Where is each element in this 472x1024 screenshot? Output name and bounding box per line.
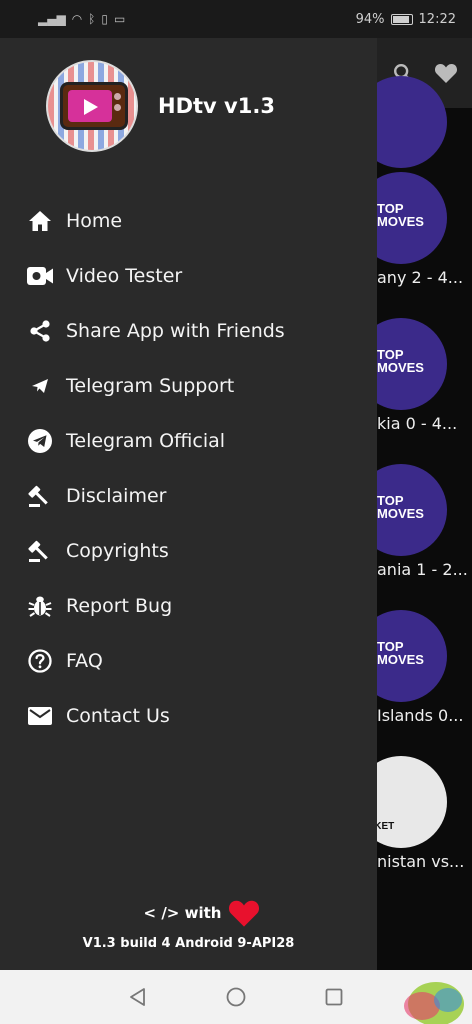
match-thumbnail: RICKET bbox=[377, 756, 447, 848]
thumbnail-text: TOP MOVES bbox=[377, 201, 424, 229]
home-button-icon[interactable] bbox=[225, 986, 247, 1008]
drawer-item-label: Video Tester bbox=[66, 264, 183, 287]
help-circle-icon bbox=[26, 647, 54, 675]
status-icons-left: ▂▄▆ ◠ ᛒ ▯ ▭ bbox=[38, 12, 125, 26]
telegram-icon bbox=[26, 427, 54, 455]
drawer-item-label: Disclaimer bbox=[66, 484, 167, 507]
vibrate-icon: ▯ bbox=[101, 12, 108, 26]
app-logo bbox=[46, 60, 138, 152]
battery-percent: 94% bbox=[355, 11, 385, 27]
list-item[interactable]: TOP MOVES Islands 0... bbox=[377, 606, 472, 752]
mail-icon bbox=[26, 702, 54, 730]
status-icons-right: 94% 12:22 bbox=[356, 12, 456, 27]
play-icon bbox=[84, 99, 98, 115]
drawer-item-faq[interactable]: FAQ bbox=[0, 633, 377, 688]
bluetooth-icon: ᛒ bbox=[88, 12, 96, 26]
tv-icon bbox=[60, 82, 128, 130]
cast-icon: ▭ bbox=[113, 12, 126, 26]
match-thumbnail: TOP MOVES bbox=[377, 610, 447, 702]
drawer-item-video-tester[interactable]: Video Tester bbox=[0, 248, 377, 303]
drawer-item-share-app-with-friends[interactable]: Share App with Friends bbox=[0, 303, 377, 358]
thumbnail-text: TOP MOVES bbox=[377, 347, 424, 375]
gavel-icon bbox=[26, 482, 54, 510]
match-caption: ania 1 - 2... bbox=[377, 560, 468, 579]
send-icon bbox=[26, 372, 54, 400]
drawer-item-label: Home bbox=[66, 209, 123, 232]
favorite-heart-icon[interactable] bbox=[434, 62, 458, 84]
list-item-partial[interactable] bbox=[377, 76, 472, 168]
match-caption: kia 0 - 4... bbox=[377, 414, 458, 433]
drawer-header: HDtv v1.3 bbox=[0, 38, 377, 188]
list-item[interactable]: TOP MOVES ania 1 - 2... bbox=[377, 460, 472, 606]
share-icon bbox=[26, 317, 54, 345]
list-item[interactable]: RICKET nistan vs... bbox=[377, 752, 472, 898]
recents-icon[interactable] bbox=[323, 986, 345, 1008]
made-with-line: < /> with bbox=[28, 898, 377, 928]
drawer-item-label: Report Bug bbox=[66, 594, 173, 617]
drawer-item-telegram-official[interactable]: Telegram Official bbox=[0, 413, 377, 468]
video-camera-icon bbox=[26, 262, 54, 290]
drawer-item-label: Telegram Official bbox=[66, 429, 226, 452]
back-icon[interactable] bbox=[127, 986, 149, 1008]
list-item[interactable]: TOP MOVES any 2 - 4... bbox=[377, 168, 472, 314]
drawer-item-contact-us[interactable]: Contact Us bbox=[0, 688, 377, 743]
build-info: V1.3 build 4 Android 9-API28 bbox=[82, 936, 295, 951]
drawer-item-label: Copyrights bbox=[66, 539, 169, 562]
match-thumbnail: TOP MOVES bbox=[377, 318, 447, 410]
match-caption: nistan vs... bbox=[377, 852, 465, 871]
app-title: HDtv v1.3 bbox=[158, 94, 275, 118]
gavel-icon bbox=[26, 537, 54, 565]
drawer-item-label: Share App with Friends bbox=[66, 319, 285, 342]
drawer-item-disclaimer[interactable]: Disclaimer bbox=[0, 468, 377, 523]
drawer-item-label: Telegram Support bbox=[66, 374, 235, 397]
drawer-item-telegram-support[interactable]: Telegram Support bbox=[0, 358, 377, 413]
drawer-item-label: FAQ bbox=[66, 649, 103, 672]
android-watermark-logo bbox=[404, 982, 464, 1024]
heart-icon bbox=[229, 900, 260, 927]
navigation-drawer: HDtv v1.3 Home Video Tester Share App with… bbox=[0, 38, 377, 970]
thumbnail-text: TOP MOVES bbox=[377, 493, 424, 521]
drawer-item-home[interactable]: Home bbox=[0, 193, 377, 248]
drawer-item-label: Contact Us bbox=[66, 704, 170, 727]
status-bar: ▂▄▆ ◠ ᛒ ▯ ▭ 94% 12:22 bbox=[0, 0, 472, 38]
list-item[interactable]: TOP MOVES kia 0 - 4... bbox=[377, 314, 472, 460]
clock: 12:22 bbox=[418, 11, 456, 27]
thumbnail-text: RICKET bbox=[377, 821, 395, 832]
drawer-menu: Home Video Tester Share App with Friends Te… bbox=[0, 193, 377, 743]
thumbnail-text: TOP MOVES bbox=[377, 639, 424, 667]
bug-icon bbox=[26, 592, 54, 620]
wifi-icon: ◠ bbox=[71, 12, 83, 26]
made-with-text: < /> with bbox=[143, 904, 222, 922]
battery-icon bbox=[390, 13, 413, 25]
match-caption: Islands 0... bbox=[377, 706, 464, 725]
signal-icon: ▂▄▆ bbox=[38, 12, 66, 26]
background-app: TOP MOVES any 2 - 4... TOP MOVES kia 0 - 4.… bbox=[377, 38, 472, 970]
drawer-item-copyrights[interactable]: Copyrights bbox=[0, 523, 377, 578]
home-icon bbox=[26, 207, 54, 235]
match-caption: any 2 - 4... bbox=[377, 268, 464, 287]
drawer-item-report-bug[interactable]: Report Bug bbox=[0, 578, 377, 633]
match-thumbnail: TOP MOVES bbox=[377, 464, 447, 556]
match-thumbnail: TOP MOVES bbox=[377, 172, 447, 264]
drawer-footer: < /> with V1.3 build 4 Android 9-API28 bbox=[0, 898, 377, 951]
